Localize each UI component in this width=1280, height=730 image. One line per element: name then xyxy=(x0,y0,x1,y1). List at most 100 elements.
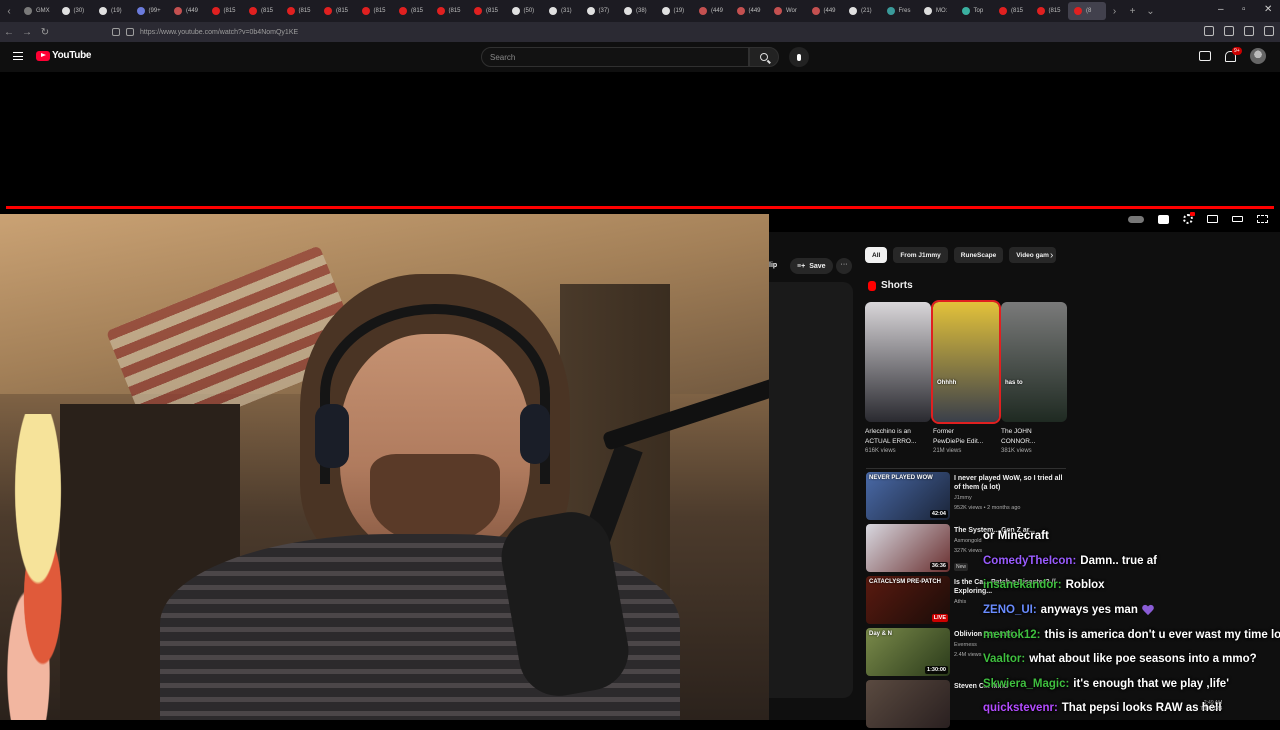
filter-chip[interactable]: From J1mmy xyxy=(893,247,948,263)
search-button[interactable] xyxy=(749,47,779,67)
browser-tab[interactable]: (815 xyxy=(206,2,244,20)
filter-chip[interactable]: All xyxy=(865,247,888,263)
browser-tab[interactable]: GMX xyxy=(18,2,56,20)
video-row[interactable]: NEVER PLAYED WOW 42:04 I never played WoW,… xyxy=(866,472,1071,522)
subtitles-icon[interactable] xyxy=(1158,214,1169,224)
fullscreen-icon[interactable] xyxy=(1257,215,1268,223)
browser-tab[interactable]: (21) xyxy=(843,2,881,20)
chat-text: what about like poe seasons into a mmo? xyxy=(1029,653,1257,666)
video-progress-bar[interactable] xyxy=(6,206,1274,209)
browser-tab[interactable]: (815 xyxy=(393,2,431,20)
app-menu-icon[interactable] xyxy=(1264,26,1274,36)
tab-list-menu-icon[interactable]: ⌄ xyxy=(1142,6,1160,17)
tab-scroll-left-icon[interactable]: ‹ xyxy=(0,6,18,17)
browser-tab[interactable]: (38) xyxy=(618,2,656,20)
browser-tab[interactable]: (8 xyxy=(1068,2,1106,20)
browser-tab[interactable]: (815 xyxy=(431,2,469,20)
browser-tab[interactable]: (815 xyxy=(356,2,394,20)
browser-tab[interactable]: (815 xyxy=(468,2,506,20)
browser-tab[interactable]: (449 xyxy=(693,2,731,20)
browser-tab[interactable]: (815 xyxy=(318,2,356,20)
account-avatar[interactable] xyxy=(1250,48,1266,64)
new-tab-button[interactable]: + xyxy=(1124,6,1142,17)
tab-favicon-icon xyxy=(436,7,445,15)
reload-icon[interactable]: ↻ xyxy=(36,27,54,38)
video-thumbnail[interactable]: CATACLYSM PRE-PATCH LIVE xyxy=(866,576,950,624)
browser-tab[interactable]: Top xyxy=(956,2,994,20)
browser-tab[interactable]: (50) xyxy=(506,2,544,20)
forward-icon[interactable]: → xyxy=(18,27,36,38)
chips-next-icon[interactable]: › xyxy=(1050,250,1053,261)
back-icon[interactable]: ← xyxy=(0,27,18,38)
browser-tab[interactable]: (31) xyxy=(543,2,581,20)
save-button[interactable]: ≡+ Save xyxy=(790,258,833,274)
more-actions-button[interactable]: ··· xyxy=(836,258,852,274)
short-thumbnail[interactable] xyxy=(865,302,931,422)
short-thumbnail[interactable]: has to xyxy=(1001,302,1067,422)
browser-tab[interactable]: (449 xyxy=(168,2,206,20)
short-card[interactable]: has to The JOHN CONNOR... 381K views xyxy=(1001,302,1067,454)
video-thumbnail[interactable] xyxy=(866,680,950,728)
save-button-label: Save xyxy=(809,262,826,270)
browser-tab[interactable]: (815 xyxy=(993,2,1031,20)
browser-tab[interactable]: Wor xyxy=(768,2,806,20)
browser-tab[interactable]: (449 xyxy=(806,2,844,20)
settings-gear-icon[interactable] xyxy=(1183,212,1195,224)
pocket-icon[interactable] xyxy=(1204,26,1214,36)
chat-username: ZENO_UI: xyxy=(983,604,1037,617)
search-input[interactable]: Search xyxy=(481,47,749,67)
chat-username: mentok12: xyxy=(983,628,1041,641)
short-card[interactable]: Ohhhh Former PewDiePie Edit... 21M views xyxy=(931,300,1001,454)
extensions-icon[interactable] xyxy=(1244,26,1254,36)
filter-chip[interactable]: RuneScape xyxy=(953,247,1004,263)
theater-mode-icon[interactable] xyxy=(1232,216,1243,222)
video-channel[interactable]: J1mmy xyxy=(954,494,1066,502)
video-thumbnail[interactable]: NEVER PLAYED WOW 42:04 xyxy=(866,472,950,520)
tab-favicon-icon xyxy=(61,7,70,15)
video-thumbnail[interactable]: 36:36 xyxy=(866,524,950,572)
browser-tab[interactable]: Fres xyxy=(881,2,919,20)
close-window-icon[interactable]: ✕ xyxy=(1264,4,1272,15)
autoplay-toggle[interactable] xyxy=(1128,215,1144,223)
miniplayer-icon[interactable] xyxy=(1207,215,1218,223)
short-title[interactable]: Former PewDiePie Edit... xyxy=(933,427,999,447)
browser-tab[interactable]: (37) xyxy=(581,2,619,20)
tab-label: (37) xyxy=(598,8,610,14)
minimize-icon[interactable]: – xyxy=(1218,4,1224,15)
browser-tab[interactable]: (19) xyxy=(93,2,131,20)
browser-tab[interactable]: (815 xyxy=(281,2,319,20)
chat-username: Vaaltor: xyxy=(983,653,1026,666)
short-card[interactable]: Arlecchino is an ACTUAL ERRO... 616K views xyxy=(865,302,931,454)
account-icon[interactable] xyxy=(1224,26,1234,36)
url-text[interactable]: https://www.youtube.com/watch?v=0b4NomQy… xyxy=(140,29,298,36)
tab-label: (30) xyxy=(73,8,85,14)
browser-tab[interactable]: (815 xyxy=(1031,2,1069,20)
browser-tab[interactable]: (30) xyxy=(56,2,94,20)
tab-scroll-right-icon[interactable]: › xyxy=(1106,6,1124,17)
create-video-icon[interactable] xyxy=(1199,51,1211,61)
short-title[interactable]: Arlecchino is an ACTUAL ERRO... xyxy=(865,427,931,447)
stream-chat-overlay: or Minecraft ComedyTheIcon: Damn.. true af… xyxy=(978,524,1280,721)
tab-label: (19) xyxy=(673,8,685,14)
tab-label: (8 xyxy=(1086,8,1092,14)
address-bar[interactable]: https://www.youtube.com/watch?v=0b4NomQy… xyxy=(112,24,1092,40)
youtube-logo[interactable]: YouTube xyxy=(36,50,92,61)
hamburger-menu-icon[interactable] xyxy=(13,52,23,60)
video-player[interactable] xyxy=(0,72,1280,232)
browser-tab[interactable]: (19) xyxy=(656,2,694,20)
video-title[interactable]: I never played WoW, so I tried all of th… xyxy=(954,474,1066,492)
video-thumbnail[interactable]: Day & N 1:30:00 xyxy=(866,628,950,676)
tab-label: (815 xyxy=(373,8,386,14)
filter-chip[interactable]: Video gam xyxy=(1009,247,1056,263)
clip-button[interactable]: lip xyxy=(769,262,777,269)
browser-tab[interactable]: (99+ xyxy=(131,2,169,20)
notifications-bell-icon[interactable]: 9+ xyxy=(1225,46,1242,62)
maximize-icon[interactable]: ▫ xyxy=(1242,4,1246,15)
short-thumbnail[interactable]: Ohhhh xyxy=(931,300,1001,424)
filter-chips: All From J1mmy RuneScape Video gam xyxy=(865,247,1056,263)
short-title[interactable]: The JOHN CONNOR... xyxy=(1001,427,1067,447)
browser-tab[interactable]: (449 xyxy=(731,2,769,20)
browser-tab[interactable]: MO: xyxy=(918,2,956,20)
browser-tab[interactable]: (815 xyxy=(243,2,281,20)
voice-search-button[interactable] xyxy=(789,47,809,67)
